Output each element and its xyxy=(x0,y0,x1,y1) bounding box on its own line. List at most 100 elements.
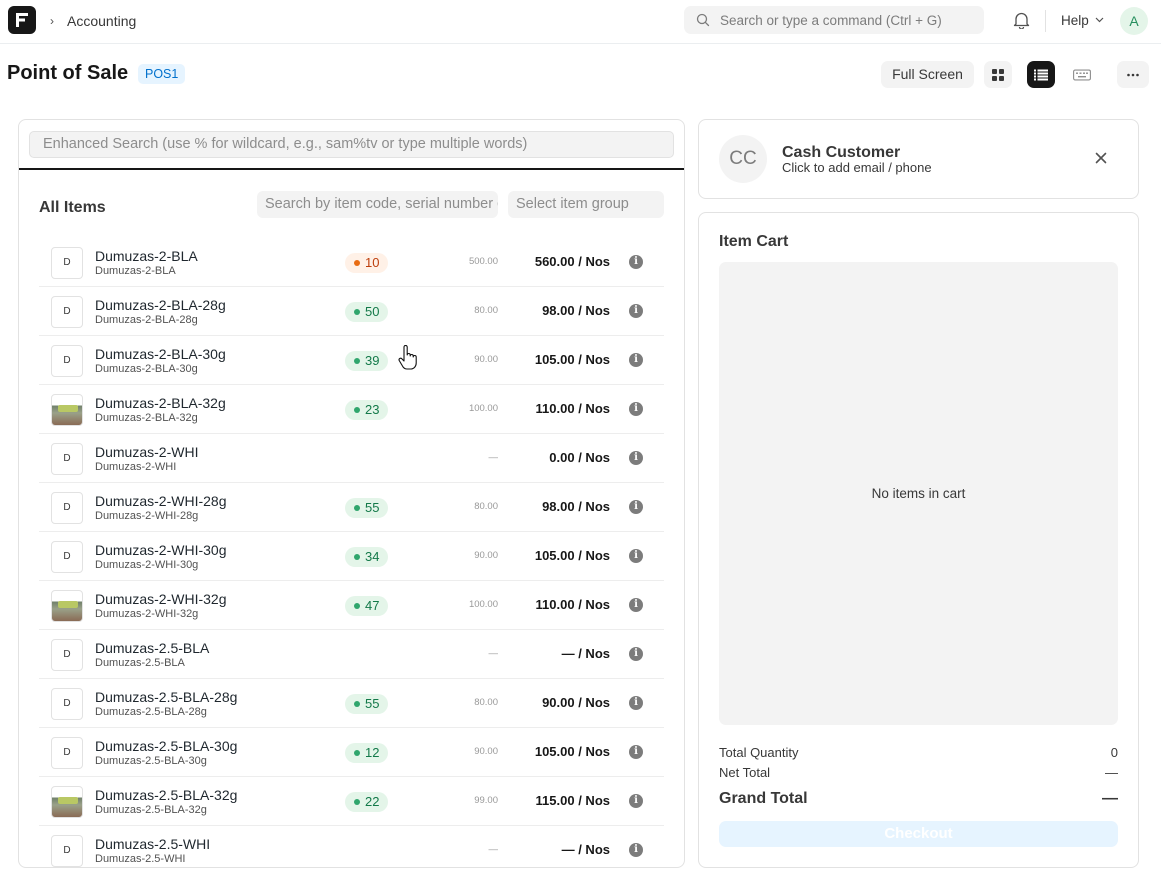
cart-items-area: No items in cart xyxy=(719,262,1118,725)
info-icon[interactable]: i xyxy=(629,353,643,367)
info-icon[interactable]: i xyxy=(629,696,643,710)
item-code: Dumuzas-2-BLA-30g xyxy=(95,363,198,375)
cart-empty-message: No items in cart xyxy=(871,486,966,501)
search-underline xyxy=(19,168,684,170)
net-total-label: Net Total xyxy=(719,765,771,780)
item-row[interactable]: Dumuzas-2.5-BLA-32g Dumuzas-2.5-BLA-32g 22… xyxy=(39,777,664,826)
total-quantity-value: 0 xyxy=(1110,745,1118,760)
item-row[interactable]: D Dumuzas-2-BLA-28g Dumuzas-2-BLA-28g 50 80.… xyxy=(39,287,664,336)
stock-qty-badge: 50 xyxy=(345,302,388,322)
info-icon[interactable]: i xyxy=(629,794,643,808)
list-view-button[interactable] xyxy=(1027,61,1055,88)
navbar: › Accounting Search or type a command (C… xyxy=(0,0,1161,44)
stock-qty-badge: 10 xyxy=(345,253,388,273)
page-title: Point of Sale xyxy=(7,62,129,84)
item-code: Dumuzas-2.5-BLA-32g xyxy=(95,804,207,816)
info-icon[interactable]: i xyxy=(629,598,643,612)
chevron-down-icon xyxy=(1095,17,1104,23)
full-screen-button[interactable]: Full Screen xyxy=(881,61,974,88)
navbar-divider xyxy=(1045,10,1046,32)
item-row[interactable]: D Dumuzas-2-WHI-30g Dumuzas-2-WHI-30g 34 90.… xyxy=(39,532,664,581)
item-name: Dumuzas-2.5-BLA-32g xyxy=(95,787,238,803)
item-base-price: — xyxy=(488,648,499,659)
item-name: Dumuzas-2.5-WHI xyxy=(95,836,211,852)
close-icon[interactable] xyxy=(1095,152,1107,164)
customer-card[interactable]: CC Cash Customer Click to add email / ph… xyxy=(698,119,1139,199)
item-code: Dumuzas-2-BLA-28g xyxy=(95,314,198,326)
item-price: 115.00 / Nos xyxy=(535,793,610,808)
customer-avatar: CC xyxy=(719,135,767,183)
bell-icon[interactable] xyxy=(1013,11,1030,29)
item-row[interactable]: D Dumuzas-2.5-WHI Dumuzas-2.5-WHI — — / Nos i xyxy=(39,826,664,867)
item-row[interactable]: D Dumuzas-2.5-BLA Dumuzas-2.5-BLA — — / Nos i xyxy=(39,630,664,679)
item-name: Dumuzas-2.5-BLA-28g xyxy=(95,689,238,705)
item-group-select[interactable]: Select item group xyxy=(508,191,664,218)
customer-contact-hint[interactable]: Click to add email / phone xyxy=(782,160,932,175)
item-base-price: — xyxy=(488,844,499,855)
item-name: Dumuzas-2-WHI-28g xyxy=(95,493,227,509)
stock-qty-badge: 12 xyxy=(345,743,388,763)
info-icon[interactable]: i xyxy=(629,451,643,465)
item-price: 0.00 / Nos xyxy=(549,450,610,465)
info-icon[interactable]: i xyxy=(629,500,643,514)
net-total-value: — xyxy=(1105,765,1118,780)
item-row[interactable]: D Dumuzas-2.5-BLA-28g Dumuzas-2.5-BLA-28g 5… xyxy=(39,679,664,728)
list-icon xyxy=(1034,69,1048,80)
breadcrumb-accounting[interactable]: Accounting xyxy=(67,13,136,29)
more-actions-button[interactable] xyxy=(1117,61,1149,88)
item-row[interactable]: D Dumuzas-2-BLA Dumuzas-2-BLA 10 500.00 560.0… xyxy=(39,238,664,287)
item-base-price: 100.00 xyxy=(468,403,498,414)
item-name: Dumuzas-2-WHI-30g xyxy=(95,542,227,558)
info-icon[interactable]: i xyxy=(629,745,643,759)
item-cart: Item Cart No items in cart Total Quantit… xyxy=(698,212,1139,868)
item-list: D Dumuzas-2-BLA Dumuzas-2-BLA 10 500.00 560.0… xyxy=(39,238,664,867)
stock-qty-badge: 55 xyxy=(345,498,388,518)
item-base-price: 80.00 xyxy=(474,501,498,512)
info-icon[interactable]: i xyxy=(629,402,643,416)
info-icon[interactable]: i xyxy=(629,647,643,661)
item-code-search-input[interactable]: Search by item code, serial number or ba… xyxy=(257,191,498,218)
item-row[interactable]: Dumuzas-2-BLA-32g Dumuzas-2-BLA-32g 23 100.… xyxy=(39,385,664,434)
item-price: 105.00 / Nos xyxy=(534,744,610,759)
item-thumbnail: D xyxy=(51,492,83,524)
item-price: — / Nos xyxy=(561,646,610,661)
item-row[interactable]: D Dumuzas-2-WHI Dumuzas-2-WHI — 0.00 / Nos i xyxy=(39,434,664,483)
chevron-right-icon: › xyxy=(50,14,54,28)
info-icon[interactable]: i xyxy=(629,304,643,318)
item-thumbnail: D xyxy=(51,296,83,328)
info-icon[interactable]: i xyxy=(629,255,643,269)
awesomebar-search[interactable]: Search or type a command (Ctrl + G) xyxy=(684,6,984,34)
item-price: 98.00 / Nos xyxy=(542,499,610,514)
item-name: Dumuzas-2-WHI xyxy=(95,444,199,460)
item-code: Dumuzas-2-BLA xyxy=(95,265,176,277)
item-base-price: 99.00 xyxy=(474,795,498,806)
help-dropdown[interactable]: Help xyxy=(1061,13,1089,28)
keyboard-shortcuts-button[interactable] xyxy=(1068,61,1096,88)
enhanced-search-input[interactable]: Enhanced Search (use % for wildcard, e.g… xyxy=(29,131,674,158)
item-image xyxy=(51,786,83,818)
item-base-price: 500.00 xyxy=(468,256,498,267)
pos-profile-badge: POS1 xyxy=(138,64,186,84)
item-code: Dumuzas-2-WHI xyxy=(95,461,177,473)
item-thumbnail: D xyxy=(51,541,83,573)
items-panel: Enhanced Search (use % for wildcard, e.g… xyxy=(18,119,685,868)
item-row[interactable]: D Dumuzas-2.5-BLA-30g Dumuzas-2.5-BLA-30g 1… xyxy=(39,728,664,777)
item-code: Dumuzas-2.5-BLA xyxy=(95,657,185,669)
info-icon[interactable]: i xyxy=(629,843,643,857)
search-icon xyxy=(696,13,710,27)
item-code: Dumuzas-2-WHI-32g xyxy=(95,608,199,620)
item-row[interactable]: D Dumuzas-2-WHI-28g Dumuzas-2-WHI-28g 55 80.… xyxy=(39,483,664,532)
all-items-heading: All Items xyxy=(39,199,106,216)
grid-view-button[interactable] xyxy=(984,61,1012,88)
checkout-button[interactable]: Checkout xyxy=(719,821,1118,847)
item-code: Dumuzas-2.5-BLA-30g xyxy=(95,755,207,767)
user-avatar[interactable]: A xyxy=(1120,7,1148,35)
item-image xyxy=(51,590,83,622)
item-row[interactable]: Dumuzas-2-WHI-32g Dumuzas-2-WHI-32g 47 100.… xyxy=(39,581,664,630)
item-name: Dumuzas-2-BLA-28g xyxy=(95,297,226,313)
item-base-price: 80.00 xyxy=(474,305,498,316)
item-base-price: 90.00 xyxy=(474,550,498,561)
item-row[interactable]: D Dumuzas-2-BLA-30g Dumuzas-2-BLA-30g 39 90.… xyxy=(39,336,664,385)
info-icon[interactable]: i xyxy=(629,549,643,563)
app-logo[interactable] xyxy=(8,6,36,34)
